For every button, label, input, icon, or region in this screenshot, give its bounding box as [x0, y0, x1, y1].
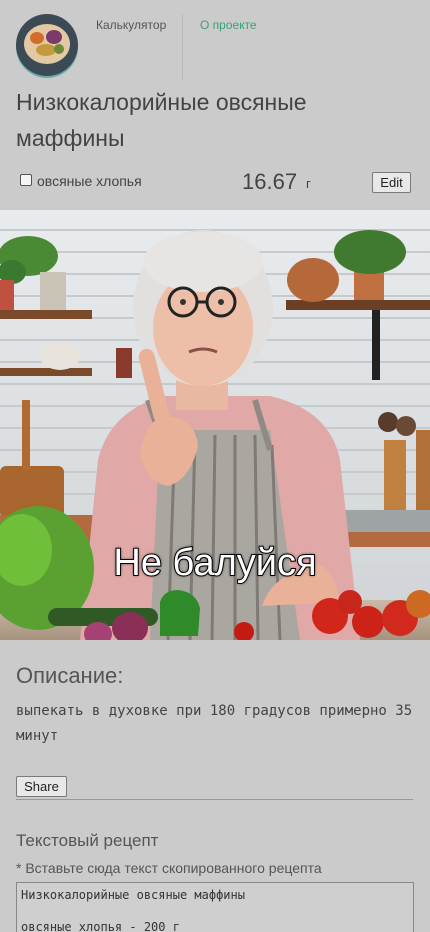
description-heading: Описание:: [16, 663, 124, 688]
nav-calculator-link[interactable]: Калькулятор: [96, 18, 166, 32]
description-text: выпекать в духовке при 180 градусов прим…: [16, 703, 413, 744]
text-recipe-textarea[interactable]: Низкокалорийные овсяные маффины овсяные …: [16, 882, 414, 932]
ingredient-row: овсяные хлопья 16.67 г Edit: [16, 168, 414, 196]
recipe-photo: Не балуйся: [0, 210, 430, 640]
checkbox-icon[interactable]: [20, 174, 32, 186]
app-header: Калькулятор О проекте: [0, 0, 430, 84]
ingredient-unit: г: [306, 176, 311, 191]
text-recipe-heading: Текстовый рецепт: [16, 831, 159, 850]
edit-button[interactable]: Edit: [372, 172, 411, 193]
page-title: Низкокалорийные овсяные маффины: [16, 89, 307, 151]
nav-divider: [182, 14, 183, 80]
nav-about-link[interactable]: О проекте: [200, 18, 257, 32]
ingredient-amount: 16.67: [242, 169, 298, 194]
text-recipe-hint: * Вставьте сюда текст скопированного рец…: [16, 860, 322, 876]
food-plate-logo[interactable]: [16, 14, 78, 76]
divider: [16, 799, 413, 800]
ingredient-name: овсяные хлопья: [37, 173, 142, 189]
share-button[interactable]: Share: [16, 776, 67, 797]
image-caption: Не балуйся: [112, 541, 317, 585]
